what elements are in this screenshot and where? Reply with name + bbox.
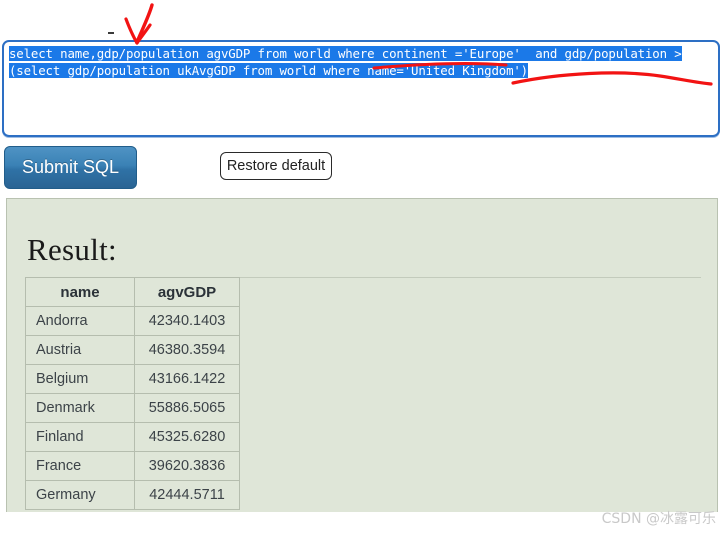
result-title: Result: xyxy=(27,232,117,267)
result-table-body: Andorra 42340.1403 Austria 46380.3594 Belgiu… xyxy=(25,306,240,510)
cell-agvgdp: 39620.3836 xyxy=(134,451,240,481)
csdn-watermark: CSDN @冰露可乐 xyxy=(601,511,716,527)
cell-name: Austria xyxy=(25,335,135,365)
table-row: Denmark 55886.5065 xyxy=(25,393,240,423)
submit-sql-button[interactable]: Submit SQL xyxy=(4,146,137,189)
cell-agvgdp: 45325.6280 xyxy=(134,422,240,452)
table-row: Belgium 43166.1422 xyxy=(25,364,240,394)
table-row: Austria 46380.3594 xyxy=(25,335,240,365)
cell-name: Andorra xyxy=(25,306,135,336)
cell-name: Denmark xyxy=(25,393,135,423)
cell-agvgdp: 42340.1403 xyxy=(134,306,240,336)
cell-agvgdp: 55886.5065 xyxy=(134,393,240,423)
result-panel: Result: name agvGDP Andorra 42340.1403 Aus… xyxy=(6,198,718,512)
sql-selected-text[interactable]: select name,gdp/population agvGDP from w… xyxy=(9,46,682,78)
table-header-row: name agvGDP xyxy=(25,277,240,307)
sql-query-textarea[interactable]: select name,gdp/population agvGDP from w… xyxy=(2,40,720,137)
column-header-agvgdp[interactable]: agvGDP xyxy=(134,277,240,307)
result-table: name agvGDP Andorra 42340.1403 Austria 4638… xyxy=(25,277,240,510)
table-row: Germany 42444.5711 xyxy=(25,480,240,510)
stray-dash-mark xyxy=(108,32,114,34)
table-row: Finland 45325.6280 xyxy=(25,422,240,452)
table-row: France 39620.3836 xyxy=(25,451,240,481)
down-arrow-icon xyxy=(135,3,154,44)
cell-name: Germany xyxy=(25,480,135,510)
table-row: Andorra 42340.1403 xyxy=(25,306,240,336)
sql-query-text[interactable]: select name,gdp/population agvGDP from w… xyxy=(9,45,715,79)
column-header-name[interactable]: name xyxy=(25,277,135,307)
cell-name: Belgium xyxy=(25,364,135,394)
cell-name: France xyxy=(25,451,135,481)
cell-agvgdp: 42444.5711 xyxy=(134,480,240,510)
cell-agvgdp: 46380.3594 xyxy=(134,335,240,365)
cell-agvgdp: 43166.1422 xyxy=(134,364,240,394)
restore-default-button[interactable]: Restore default xyxy=(220,152,332,180)
cell-name: Finland xyxy=(25,422,135,452)
